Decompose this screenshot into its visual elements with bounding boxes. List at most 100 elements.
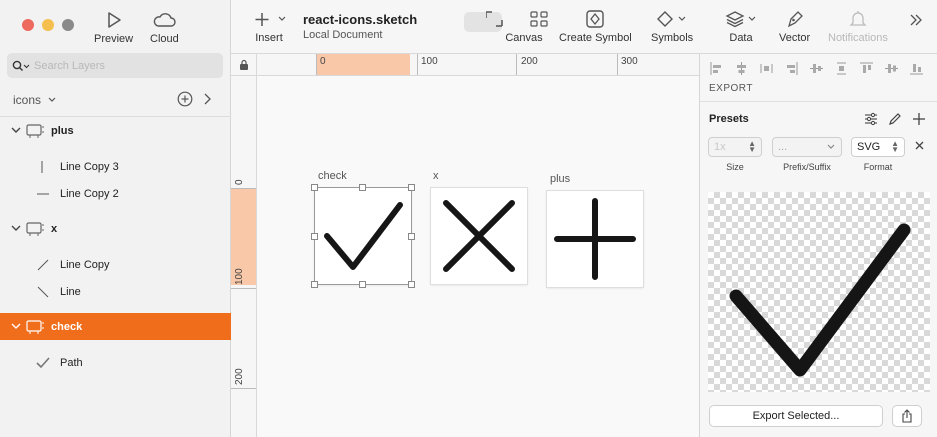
resize-handle[interactable] <box>408 184 415 191</box>
layers-sidebar: Preview Cloud Search Layers icons plus L… <box>0 0 231 437</box>
layer-item[interactable]: Path <box>0 350 231 376</box>
export-prefix-field[interactable]: ... <box>772 137 842 157</box>
document-title[interactable]: react-icons.sketch Local Document <box>303 12 417 41</box>
layer-item[interactable]: Line Copy 2 <box>0 181 231 207</box>
align-center-v-icon[interactable] <box>885 62 898 75</box>
search-layers-field[interactable]: Search Layers <box>7 53 223 78</box>
resize-handle[interactable] <box>311 281 318 288</box>
artboard-title[interactable]: check <box>318 170 347 182</box>
align-center-h-icon[interactable] <box>735 62 748 75</box>
ruler-label: 300 <box>621 56 638 67</box>
notifications-button[interactable]: Notifications <box>828 10 888 44</box>
symbol-icon <box>586 10 605 28</box>
ruler-lock[interactable] <box>231 54 257 76</box>
page-name: icons <box>13 93 42 107</box>
minimize-window-button[interactable] <box>42 19 54 31</box>
share-button[interactable] <box>892 405 922 427</box>
plus-icon <box>554 198 636 280</box>
artboard-title[interactable]: plus <box>550 173 570 185</box>
close-window-button[interactable] <box>22 19 34 31</box>
ruler-label: 200 <box>234 368 245 385</box>
sliders-icon[interactable] <box>864 112 878 126</box>
artboard-plus[interactable] <box>547 191 643 287</box>
cloud-icon <box>154 13 177 27</box>
size-value: 1x <box>714 141 726 153</box>
vector-button[interactable]: Vector <box>779 10 810 44</box>
resize-handle[interactable] <box>311 233 318 240</box>
search-placeholder: Search Layers <box>34 59 105 72</box>
canvas-view-icons <box>486 11 548 27</box>
layer-group-plus[interactable]: plus <box>0 117 231 144</box>
inspector-divider <box>700 101 937 102</box>
artboard-icon <box>26 319 44 334</box>
data-button[interactable]: Data <box>725 10 757 44</box>
create-symbol-button[interactable]: Create Symbol <box>559 10 632 44</box>
align-right-icon[interactable] <box>785 62 798 75</box>
distribute-v-icon[interactable] <box>835 62 848 75</box>
export-preview <box>708 192 930 392</box>
resize-handle[interactable] <box>359 281 366 288</box>
layer-item[interactable]: Line Copy <box>0 252 231 278</box>
document-location: Local Document <box>303 29 383 41</box>
path-icon <box>36 357 50 369</box>
page-selector[interactable]: icons <box>13 91 218 109</box>
chevron-right-icon[interactable] <box>203 93 211 105</box>
chevron-down-icon[interactable] <box>11 323 21 330</box>
cloud-button[interactable]: Cloud <box>150 11 179 45</box>
ruler-label: 0 <box>320 56 326 67</box>
ruler-label: 200 <box>521 56 538 67</box>
preset-actions <box>864 112 926 126</box>
layer-item[interactable]: Line Copy 3 <box>0 154 231 180</box>
ruler-tick <box>231 388 256 389</box>
inspector-panel: EXPORT Presets 1x ▲ ▼ ... SVG ▲ ▼ Size Pre… <box>699 54 937 437</box>
chevron-down-icon[interactable] <box>11 127 21 134</box>
resize-handle[interactable] <box>359 184 366 191</box>
ruler-tick <box>316 54 317 75</box>
notifications-label: Notifications <box>828 32 888 44</box>
artboard-title[interactable]: x <box>433 170 439 182</box>
horizontal-ruler[interactable]: 0 100 200 300 <box>257 54 699 76</box>
layer-group-x[interactable]: x <box>0 215 231 242</box>
size-label: Size <box>726 162 744 172</box>
plus-icon[interactable] <box>912 112 926 126</box>
add-page-icon[interactable] <box>177 91 193 107</box>
chevron-down-icon[interactable] <box>11 225 21 232</box>
canvas[interactable]: check x plus <box>257 76 699 437</box>
symbols-label: Symbols <box>651 32 694 44</box>
window-controls <box>22 19 74 31</box>
plus-icon <box>255 13 286 26</box>
alignment-toolbar <box>710 62 923 75</box>
remove-export-icon[interactable] <box>914 140 925 151</box>
diagonal-line-icon <box>37 259 49 271</box>
resize-handle[interactable] <box>408 233 415 240</box>
vector-label: Vector <box>779 32 811 44</box>
align-bottom-icon[interactable] <box>910 62 923 75</box>
pencil-icon[interactable] <box>888 112 902 126</box>
vertical-ruler[interactable]: 0 100 200 <box>231 76 257 437</box>
selection-outline <box>314 187 412 285</box>
prefix-label: Prefix/Suffix <box>783 162 831 172</box>
resize-handle[interactable] <box>311 184 318 191</box>
align-left-icon[interactable] <box>710 62 723 75</box>
preview-button[interactable]: Preview <box>94 11 133 45</box>
ruler-label: 100 <box>234 268 245 285</box>
distribute-h-icon[interactable] <box>760 62 773 75</box>
export-selected-button[interactable]: Export Selected... <box>709 405 883 427</box>
export-format-select[interactable]: SVG ▲ ▼ <box>851 137 905 157</box>
align-top-icon[interactable] <box>860 62 873 75</box>
double-chevron-right-icon[interactable] <box>909 14 923 26</box>
zoom-window-button[interactable] <box>62 19 74 31</box>
canvas-button[interactable]: Canvas <box>486 10 562 44</box>
insert-button[interactable]: Insert <box>251 10 287 44</box>
export-size-field[interactable]: 1x ▲ ▼ <box>708 137 762 157</box>
ruler-selection-highlight <box>316 54 410 75</box>
resize-handle[interactable] <box>408 281 415 288</box>
align-middle-icon[interactable] <box>810 62 823 75</box>
x-icon <box>443 200 515 272</box>
layer-group-check[interactable]: check <box>0 313 231 340</box>
layer-item[interactable]: Line <box>0 279 231 305</box>
artboard-x[interactable] <box>431 188 527 284</box>
symbols-button[interactable]: Symbols <box>651 10 693 44</box>
stepper-icon[interactable]: ▲ ▼ <box>748 140 756 154</box>
chevron-down-icon <box>48 97 56 102</box>
